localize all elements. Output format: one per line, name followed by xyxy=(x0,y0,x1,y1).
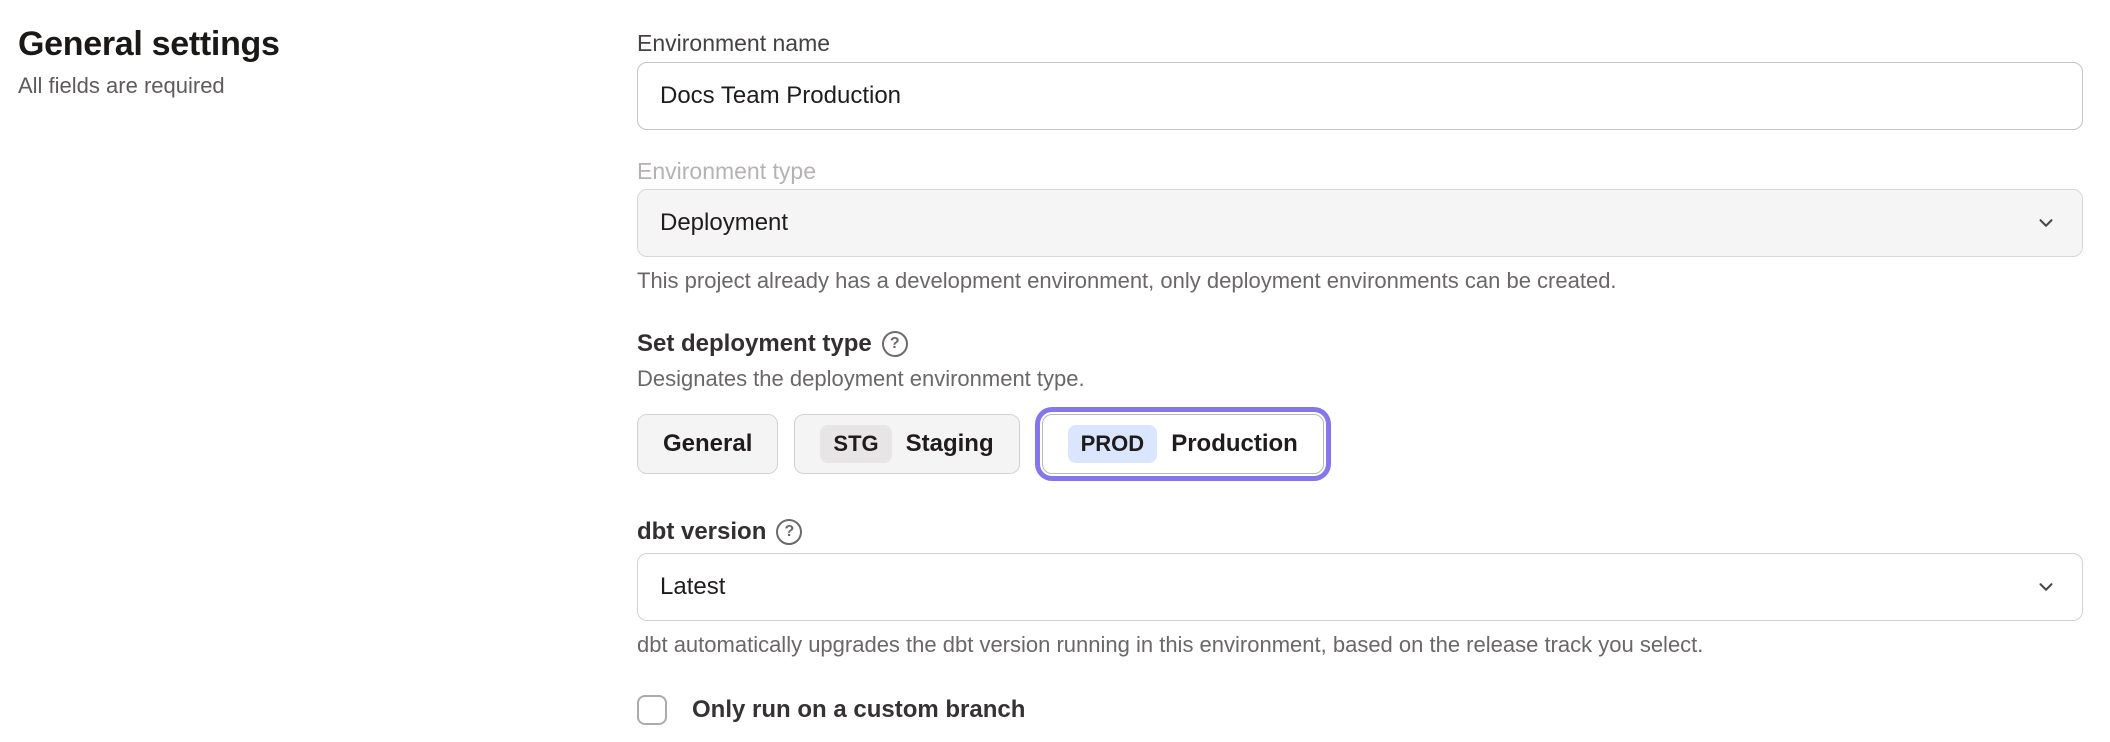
deployment-type-staging-button[interactable]: STG Staging xyxy=(794,414,1019,474)
general-settings-form: Environment name Environment type Deploy… xyxy=(637,20,2083,725)
environment-type-select[interactable]: Deployment xyxy=(637,189,2083,257)
deployment-type-staging-label: Staging xyxy=(906,430,994,458)
deployment-type-helper: Designates the deployment environment ty… xyxy=(637,366,2083,392)
page-subtitle: All fields are required xyxy=(18,72,578,100)
custom-branch-row: Only run on a custom branch xyxy=(637,695,2083,725)
custom-branch-checkbox[interactable] xyxy=(637,695,667,725)
production-badge: PROD xyxy=(1068,425,1158,463)
dbt-version-value: Latest xyxy=(660,573,725,601)
environment-name-input[interactable] xyxy=(637,62,2083,130)
settings-header: General settings All fields are required xyxy=(18,22,578,100)
deployment-type-production-button[interactable]: PROD Production xyxy=(1042,414,1324,474)
environment-type-value: Deployment xyxy=(660,209,788,237)
dbt-version-select[interactable]: Latest xyxy=(637,553,2083,621)
environment-name-label: Environment name xyxy=(637,30,2083,56)
deployment-type-general-button[interactable]: General xyxy=(637,414,778,474)
environment-type-label: Environment type xyxy=(637,158,2083,184)
help-icon[interactable]: ? xyxy=(776,519,802,545)
help-icon[interactable]: ? xyxy=(882,331,908,357)
deployment-type-label: Set deployment type xyxy=(637,330,872,358)
dbt-version-label: dbt version xyxy=(637,518,766,546)
deployment-type-label-row: Set deployment type ? xyxy=(637,330,2083,358)
chevron-down-icon xyxy=(2034,211,2058,235)
deployment-type-general-label: General xyxy=(663,430,752,458)
dbt-version-helper: dbt automatically upgrades the dbt versi… xyxy=(637,632,2083,658)
custom-branch-label[interactable]: Only run on a custom branch xyxy=(692,696,1025,724)
deployment-type-production-label: Production xyxy=(1171,430,1298,458)
deployment-type-options: General STG Staging PROD Production xyxy=(637,407,2083,481)
environment-type-helper: This project already has a development e… xyxy=(637,268,2083,294)
staging-badge: STG xyxy=(820,425,891,463)
dbt-version-label-row: dbt version ? xyxy=(637,518,2083,546)
chevron-down-icon xyxy=(2034,575,2058,599)
page-title: General settings xyxy=(18,22,578,66)
